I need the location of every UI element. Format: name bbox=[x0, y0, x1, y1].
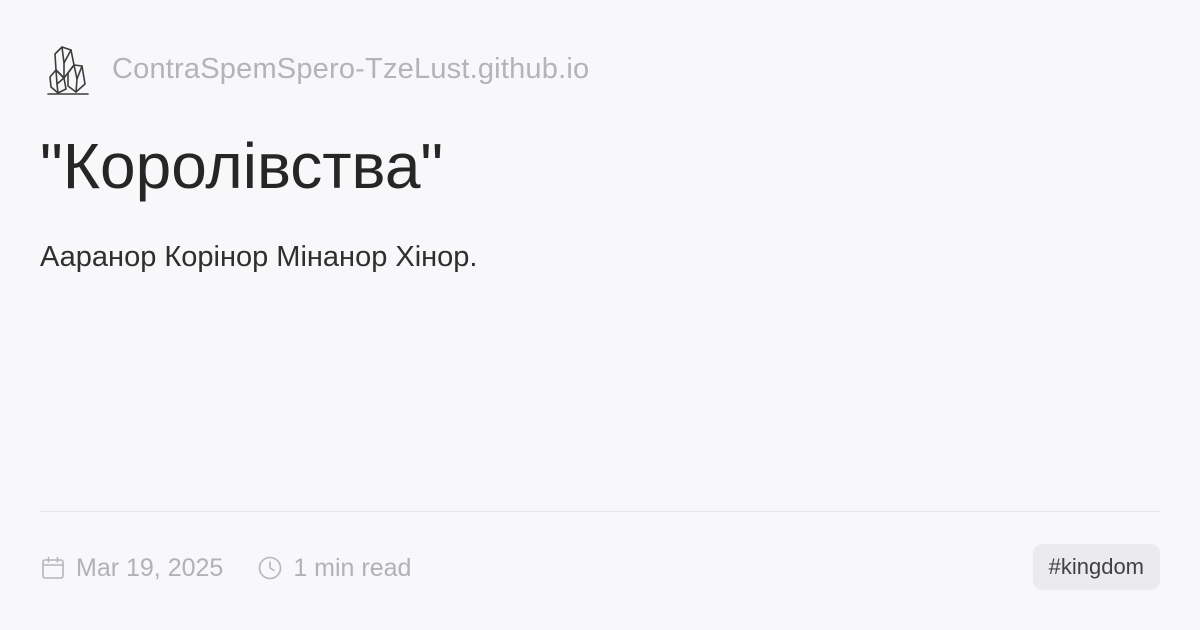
tag-kingdom[interactable]: #kingdom bbox=[1032, 544, 1160, 590]
site-header: ContraSpemSpero-TzeLust.github.io bbox=[40, 40, 589, 98]
post-date-text: Mar 19, 2025 bbox=[76, 553, 224, 582]
post-date: Mar 19, 2025 bbox=[40, 554, 223, 583]
site-name[interactable]: ContraSpemSpero-TzeLust.github.io bbox=[112, 53, 589, 86]
page-title: "Королівства" bbox=[40, 130, 444, 202]
clock-icon bbox=[257, 555, 283, 581]
post-read-time: 1 min read bbox=[257, 554, 411, 583]
post-read-time-text: 1 min read bbox=[293, 553, 412, 582]
crystal-cluster-icon bbox=[40, 40, 96, 98]
social-preview-card: ContraSpemSpero-TzeLust.github.io "Корол… bbox=[0, 0, 1200, 630]
post-meta: Mar 19, 2025 1 min read bbox=[40, 548, 411, 588]
calendar-icon bbox=[40, 555, 66, 581]
post-description: Ааранор Корінор Мінанор Хінор. bbox=[40, 241, 478, 273]
divider bbox=[40, 511, 1160, 512]
